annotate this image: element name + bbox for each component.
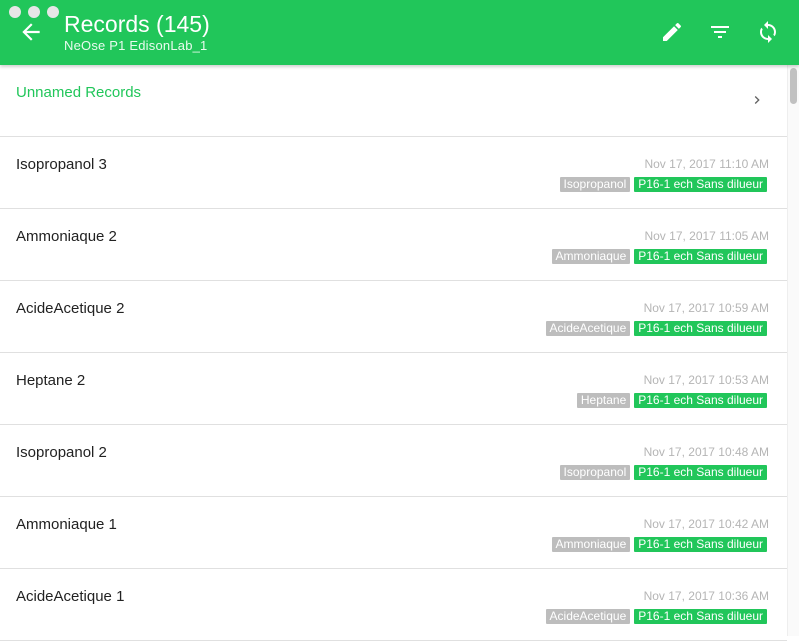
record-tags: Heptane P16-1 ech Sans dilueur [576, 393, 767, 408]
record-name: Ammoniaque 2 [16, 228, 117, 245]
unnamed-records-item[interactable]: Unnamed Records [0, 65, 787, 137]
record-tags: Ammoniaque P16-1 ech Sans dilueur [551, 249, 767, 264]
record-timestamp: Nov 17, 2017 10:48 AM [643, 445, 769, 459]
sample-tag: P16-1 ech Sans dilueur [634, 177, 767, 192]
record-timestamp: Nov 17, 2017 10:59 AM [643, 301, 769, 315]
close-window-button[interactable] [9, 6, 21, 18]
sync-icon [760, 21, 776, 43]
record-name: Isopropanol 2 [16, 444, 107, 461]
record-timestamp: Nov 17, 2017 11:05 AM [644, 229, 769, 243]
record-name: Heptane 2 [16, 372, 86, 389]
substance-tag: Isopropanol [559, 177, 631, 192]
record-name: Isopropanol 3 [16, 156, 107, 173]
scrollbar-thumb[interactable] [790, 68, 797, 104]
substance-tag: Ammoniaque [551, 537, 631, 552]
chevron-right-icon [754, 96, 760, 104]
record-name: AcideAcetique 1 [16, 588, 125, 605]
app-bar: Records (145) NeOse P1 EdisonLab_1 [0, 0, 799, 65]
record-tags: Isopropanol P16-1 ech Sans dilueur [559, 465, 767, 480]
maximize-window-button[interactable] [47, 6, 59, 18]
page-title: Records (145) [64, 11, 210, 37]
sample-tag: P16-1 ech Sans dilueur [634, 249, 767, 264]
substance-tag: Heptane [576, 393, 631, 408]
record-tags: Isopropanol P16-1 ech Sans dilueur [559, 177, 767, 192]
record-name: AcideAcetique 2 [16, 300, 125, 317]
arrow-back-icon [22, 23, 40, 41]
window-controls [9, 6, 59, 18]
record-tags: AcideAcetique P16-1 ech Sans dilueur [545, 609, 767, 624]
record-row[interactable]: Heptane 2 Nov 17, 2017 10:53 AM Heptane … [0, 353, 787, 425]
edit-button[interactable] [660, 20, 684, 44]
filter-button[interactable] [708, 20, 732, 44]
sample-tag: P16-1 ech Sans dilueur [634, 321, 767, 336]
record-tags: Ammoniaque P16-1 ech Sans dilueur [551, 537, 767, 552]
filter-icon [711, 26, 729, 38]
unnamed-records-label: Unnamed Records [16, 84, 142, 101]
record-row[interactable]: Isopropanol 2 Nov 17, 2017 10:48 AM Isop… [0, 425, 787, 497]
record-timestamp: Nov 17, 2017 10:42 AM [643, 517, 769, 531]
pencil-icon [663, 22, 682, 41]
substance-tag: AcideAcetique [545, 321, 631, 336]
record-row[interactable]: Isopropanol 3 Nov 17, 2017 11:10 AM Isop… [0, 137, 787, 209]
minimize-window-button[interactable] [28, 6, 40, 18]
record-row[interactable]: AcideAcetique 1 Nov 17, 2017 10:36 AM Ac… [0, 569, 787, 641]
record-timestamp: Nov 17, 2017 11:10 AM [644, 157, 769, 171]
back-button[interactable] [18, 19, 44, 45]
records-list: Unnamed Records Isopropanol 3 Nov 17, 20… [0, 65, 787, 641]
page-subtitle: NeOse P1 EdisonLab_1 [64, 38, 208, 53]
substance-tag: Isopropanol [559, 465, 631, 480]
sample-tag: P16-1 ech Sans dilueur [634, 465, 767, 480]
sample-tag: P16-1 ech Sans dilueur [634, 609, 767, 624]
record-timestamp: Nov 17, 2017 10:36 AM [643, 589, 769, 603]
record-tags: AcideAcetique P16-1 ech Sans dilueur [545, 321, 767, 336]
sample-tag: P16-1 ech Sans dilueur [634, 393, 767, 408]
record-row[interactable]: Ammoniaque 2 Nov 17, 2017 11:05 AM Ammon… [0, 209, 787, 281]
sample-tag: P16-1 ech Sans dilueur [634, 537, 767, 552]
sync-button[interactable] [756, 20, 780, 44]
record-row[interactable]: AcideAcetique 2 Nov 17, 2017 10:59 AM Ac… [0, 281, 787, 353]
record-row[interactable]: Ammoniaque 1 Nov 17, 2017 10:42 AM Ammon… [0, 497, 787, 569]
record-name: Ammoniaque 1 [16, 516, 117, 533]
scrollbar[interactable] [787, 65, 799, 636]
substance-tag: Ammoniaque [551, 249, 631, 264]
substance-tag: AcideAcetique [545, 609, 631, 624]
record-timestamp: Nov 17, 2017 10:53 AM [643, 373, 769, 387]
